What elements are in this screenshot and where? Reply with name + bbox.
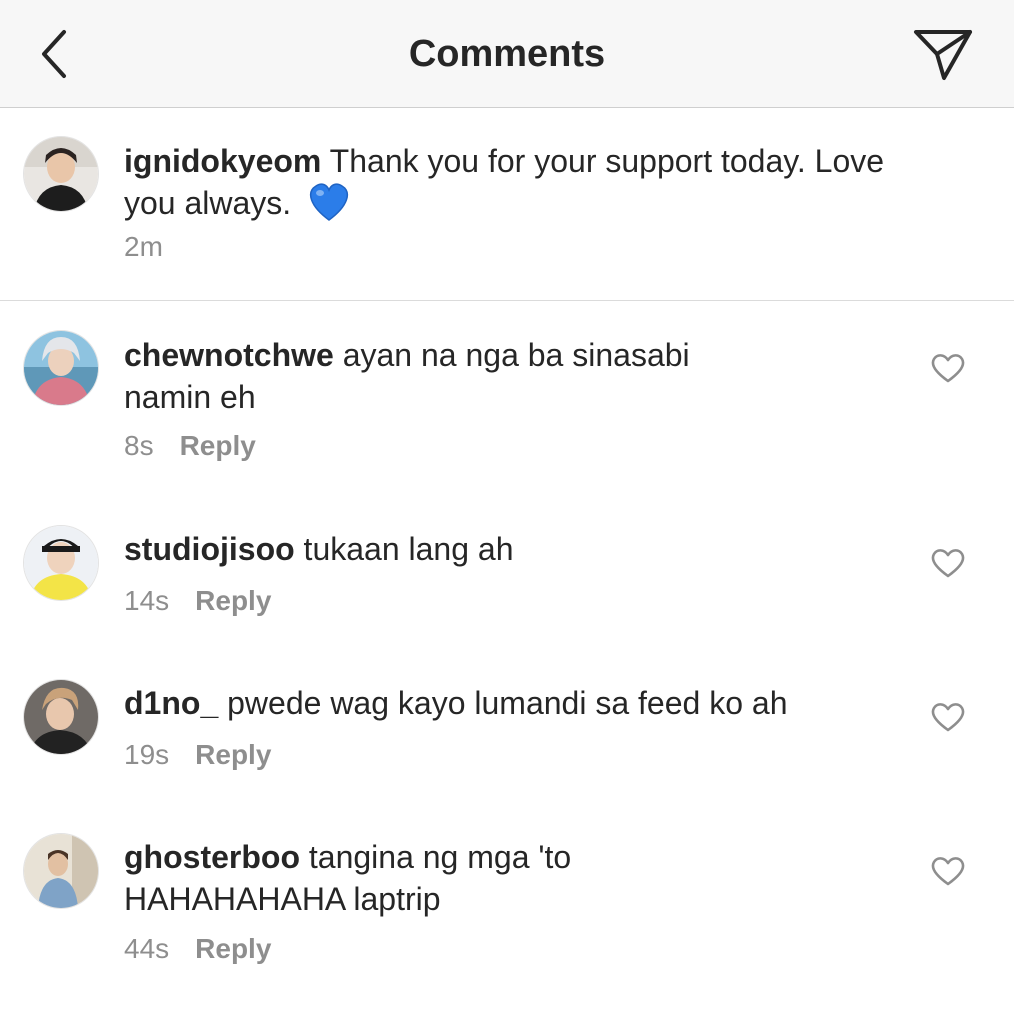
comment-row: studiojisoo tukaan lang ah 14s Reply: [0, 496, 1014, 646]
heart-outline-icon: [931, 549, 965, 578]
timestamp: 14s: [124, 585, 170, 616]
comment-meta: 8s Reply: [124, 429, 256, 463]
share-button[interactable]: [910, 24, 976, 84]
post-caption: ignidokyeom Thank you for your support t…: [0, 108, 1014, 301]
comment-row: ghosterboo tangina ng mga 'to HAHAHAHAHA…: [0, 804, 1014, 1004]
comment-text: chewnotchwe ayan na nga ba sinasabi nami…: [124, 334, 744, 418]
timestamp: 19s: [124, 739, 170, 770]
like-button[interactable]: [930, 547, 966, 579]
comment-text: ghosterboo tangina ng mga 'to HAHAHAHAHA…: [124, 836, 744, 920]
comment-meta: 44s Reply: [124, 932, 271, 966]
caption-username[interactable]: ignidokyeom: [124, 143, 321, 179]
like-button[interactable]: [930, 701, 966, 733]
reply-button[interactable]: Reply: [195, 933, 271, 964]
timestamp: 2m: [124, 231, 163, 262]
caption-text: ignidokyeom Thank you for your support t…: [124, 140, 914, 232]
timestamp: 8s: [124, 430, 154, 461]
comment-body: tukaan lang ah: [303, 531, 514, 567]
paper-plane-icon: [914, 30, 972, 80]
caption-meta: 2m: [124, 230, 163, 264]
comment-username[interactable]: ghosterboo: [124, 839, 300, 875]
timestamp: 44s: [124, 933, 170, 964]
reply-button[interactable]: Reply: [195, 739, 271, 770]
reply-button[interactable]: Reply: [195, 585, 271, 616]
blue-heart-emoji-icon: [308, 182, 350, 232]
avatar[interactable]: [24, 526, 98, 600]
comment-row: d1no_ pwede wag kayo lumandi sa feed ko …: [0, 650, 1014, 800]
heart-outline-icon: [931, 703, 965, 732]
heart-outline-icon: [931, 857, 965, 886]
comment-meta: 14s Reply: [124, 584, 271, 618]
comment-username[interactable]: chewnotchwe: [124, 337, 334, 373]
comments-header: Comments: [0, 0, 1014, 108]
comment-row: chewnotchwe ayan na nga ba sinasabi nami…: [0, 302, 1014, 492]
comment-username[interactable]: studiojisoo: [124, 531, 295, 567]
avatar[interactable]: [24, 137, 98, 211]
avatar[interactable]: [24, 680, 98, 754]
comment-text: d1no_ pwede wag kayo lumandi sa feed ko …: [124, 682, 914, 724]
heart-outline-icon: [931, 354, 965, 383]
like-button[interactable]: [930, 855, 966, 887]
page-title: Comments: [408, 33, 606, 75]
comment-text: studiojisoo tukaan lang ah: [124, 528, 914, 570]
comment-body: pwede wag kayo lumandi sa feed ko ah: [227, 685, 788, 721]
comment-username[interactable]: d1no_: [124, 685, 218, 721]
like-button[interactable]: [930, 352, 966, 384]
comment-meta: 19s Reply: [124, 738, 271, 772]
reply-button[interactable]: Reply: [180, 430, 256, 461]
avatar[interactable]: [24, 834, 98, 908]
avatar[interactable]: [24, 331, 98, 405]
